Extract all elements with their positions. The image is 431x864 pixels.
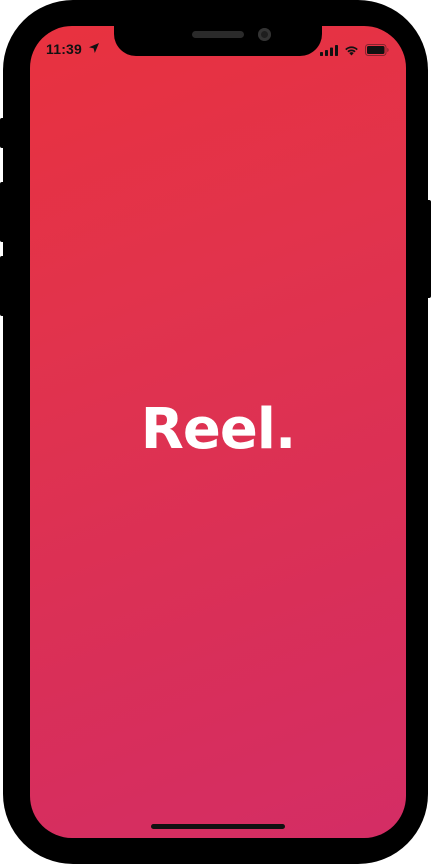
splash-screen: 11:39 Reel. <box>30 26 406 838</box>
home-indicator[interactable] <box>151 824 285 829</box>
phone-device: 11:39 Reel. <box>0 0 431 864</box>
device-frame: 11:39 Reel. <box>3 0 428 864</box>
app-logo: Reel. <box>140 397 297 462</box>
display-notch <box>114 26 322 56</box>
wifi-icon <box>345 46 358 56</box>
front-camera <box>258 28 271 41</box>
status-time: 11:39 <box>46 41 83 57</box>
location-arrow-icon <box>89 43 99 53</box>
cellular-signal-icon <box>320 45 338 56</box>
earpiece-speaker <box>192 31 244 38</box>
battery-icon <box>365 44 389 56</box>
